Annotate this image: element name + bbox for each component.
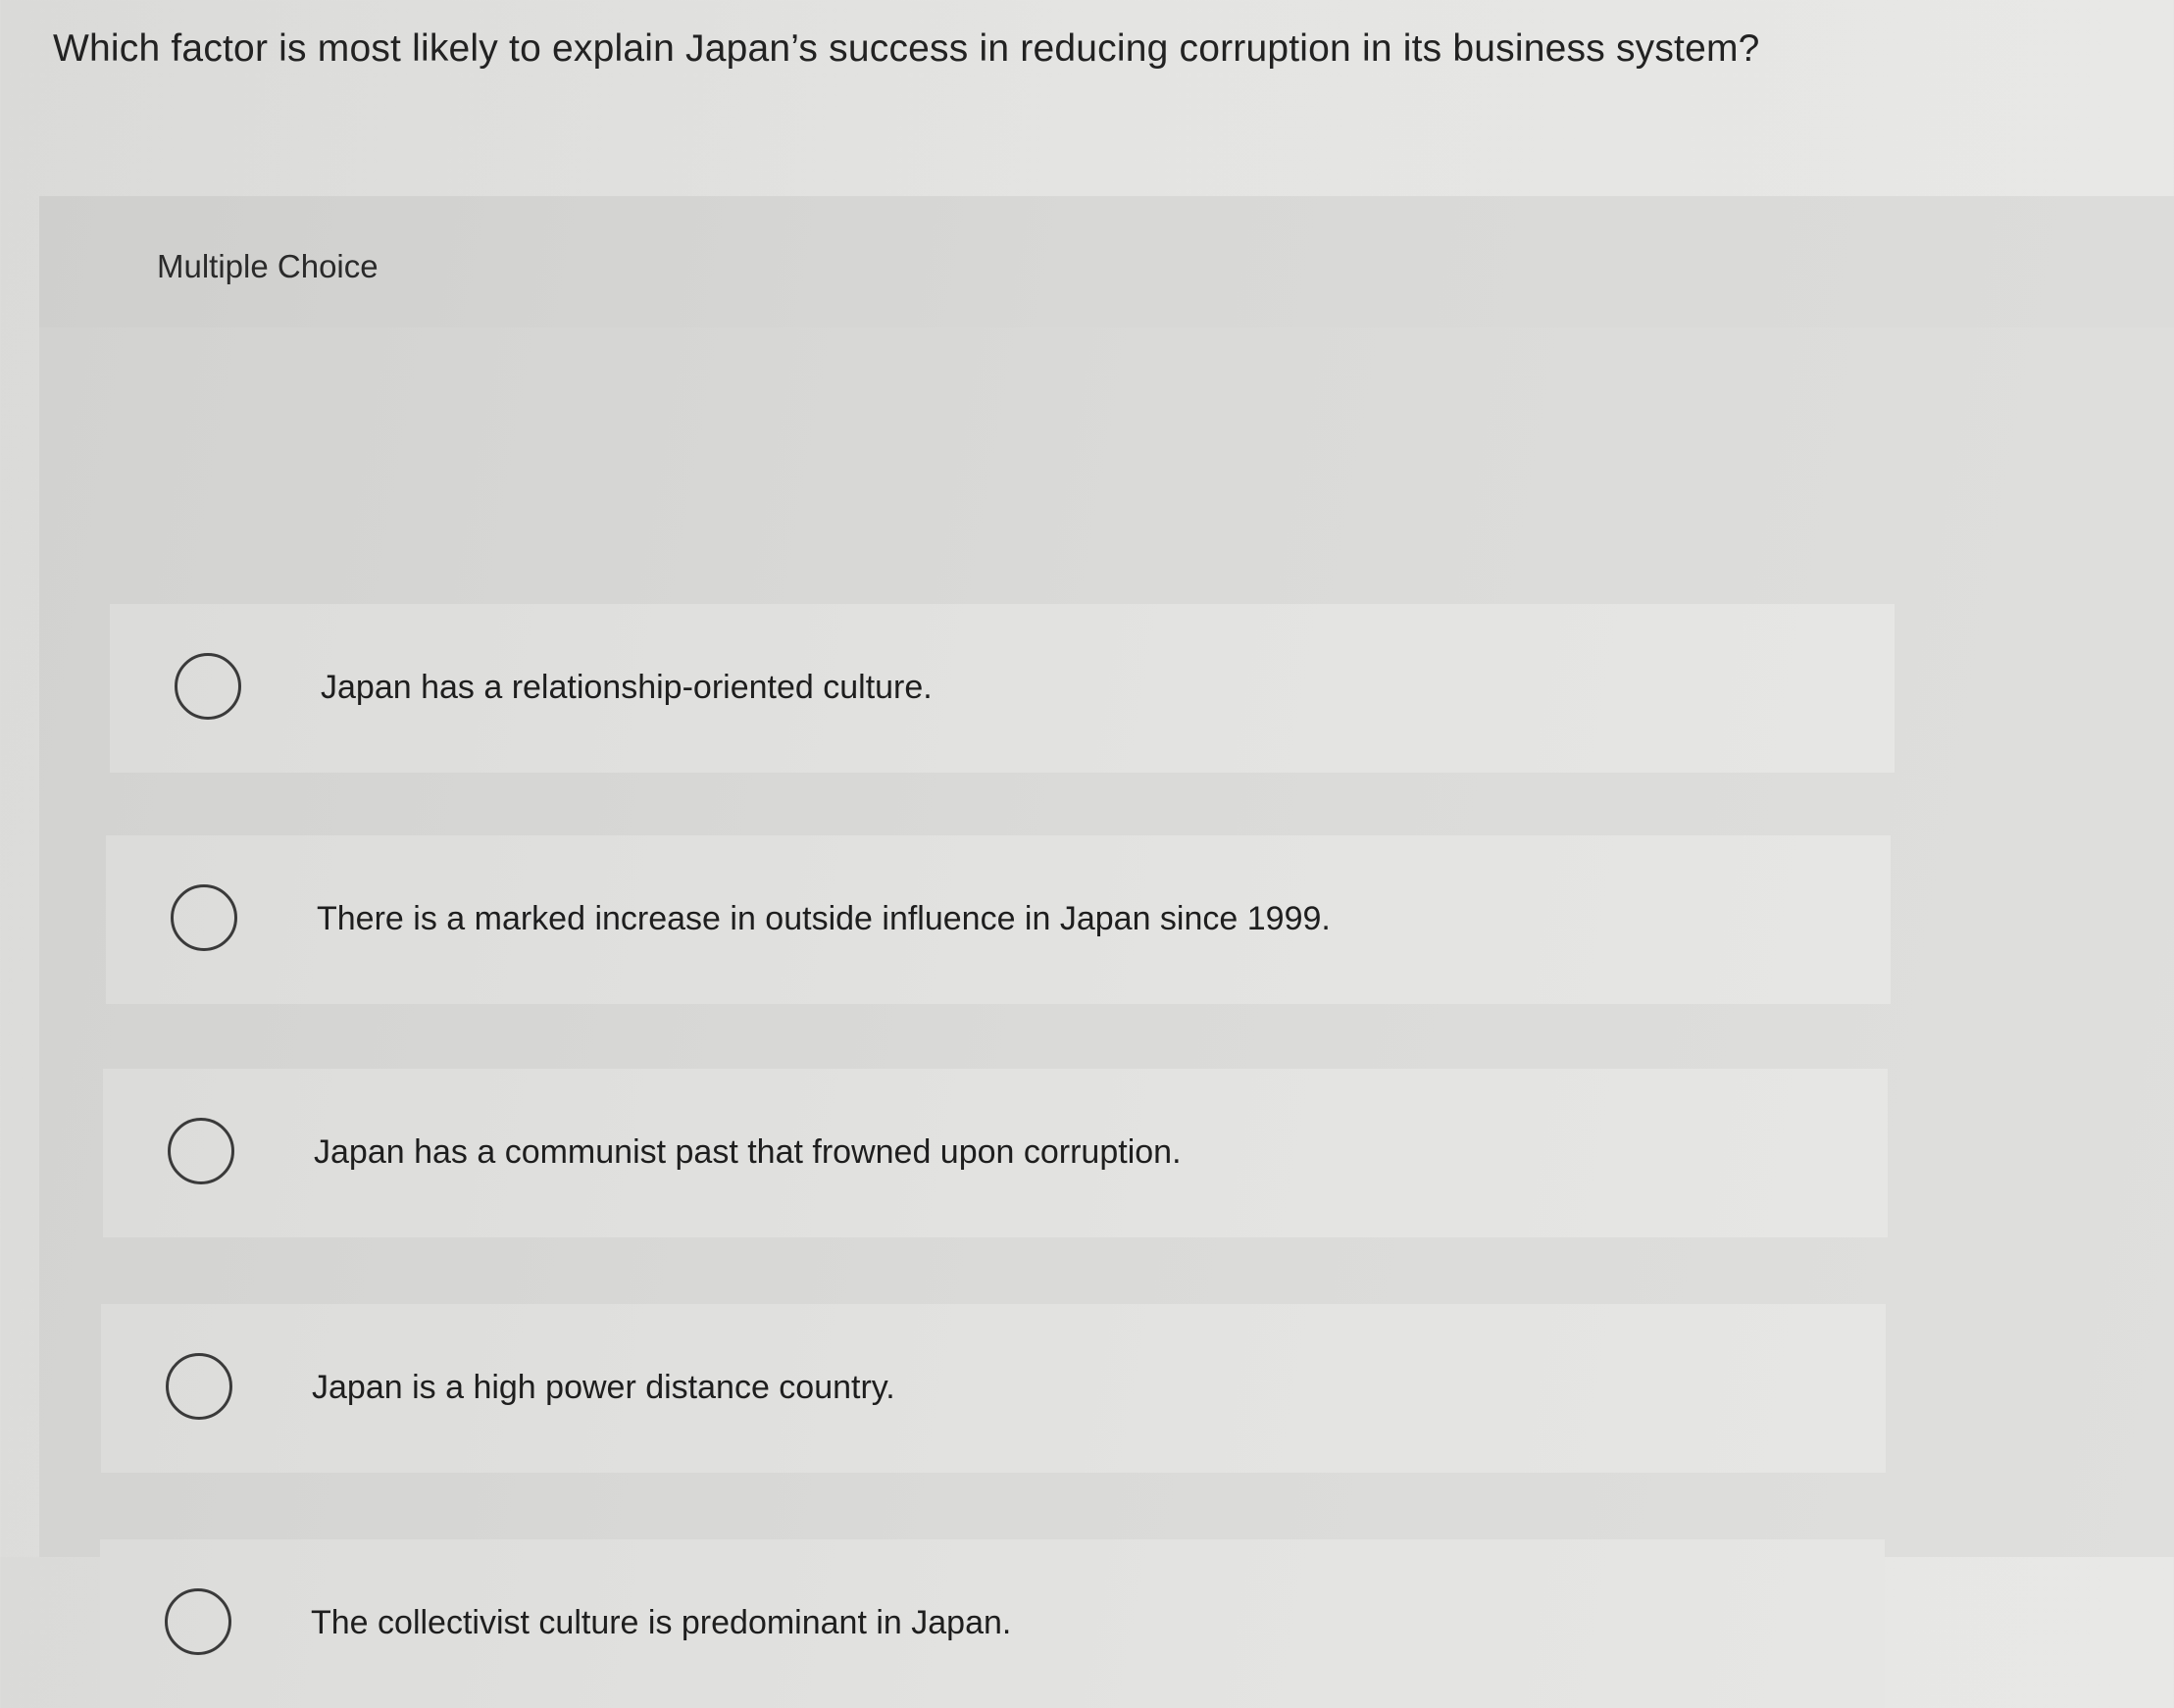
radio-button-4[interactable] [166, 1353, 232, 1420]
radio-button-1[interactable] [175, 653, 241, 720]
answer-option-4-label: Japan is a high power distance country. [312, 1369, 895, 1406]
panel-header: Multiple Choice [39, 196, 2174, 327]
radio-button-5[interactable] [165, 1588, 231, 1655]
answer-option-4[interactable]: Japan is a high power distance country. [101, 1304, 1886, 1473]
answer-option-3-label: Japan has a communist past that frowned … [314, 1133, 1182, 1171]
answer-option-3[interactable]: Japan has a communist past that frowned … [103, 1069, 1888, 1237]
answer-option-1-label: Japan has a relationship-oriented cultur… [321, 669, 933, 706]
answer-option-5[interactable]: The collectivist culture is predominant … [100, 1539, 1885, 1708]
answer-option-2-label: There is a marked increase in outside in… [317, 900, 1331, 937]
question-type-label: Multiple Choice [157, 248, 379, 284]
question-text: Which factor is most likely to explain J… [53, 27, 1760, 70]
answer-option-2[interactable]: There is a marked increase in outside in… [106, 835, 1891, 1004]
answer-option-5-label: The collectivist culture is predominant … [311, 1604, 1012, 1641]
multiple-choice-panel: Multiple Choice Japan has a relationship… [39, 196, 2174, 1708]
radio-button-3[interactable] [168, 1118, 234, 1184]
radio-button-2[interactable] [171, 884, 237, 951]
answer-option-1[interactable]: Japan has a relationship-oriented cultur… [110, 604, 1895, 773]
